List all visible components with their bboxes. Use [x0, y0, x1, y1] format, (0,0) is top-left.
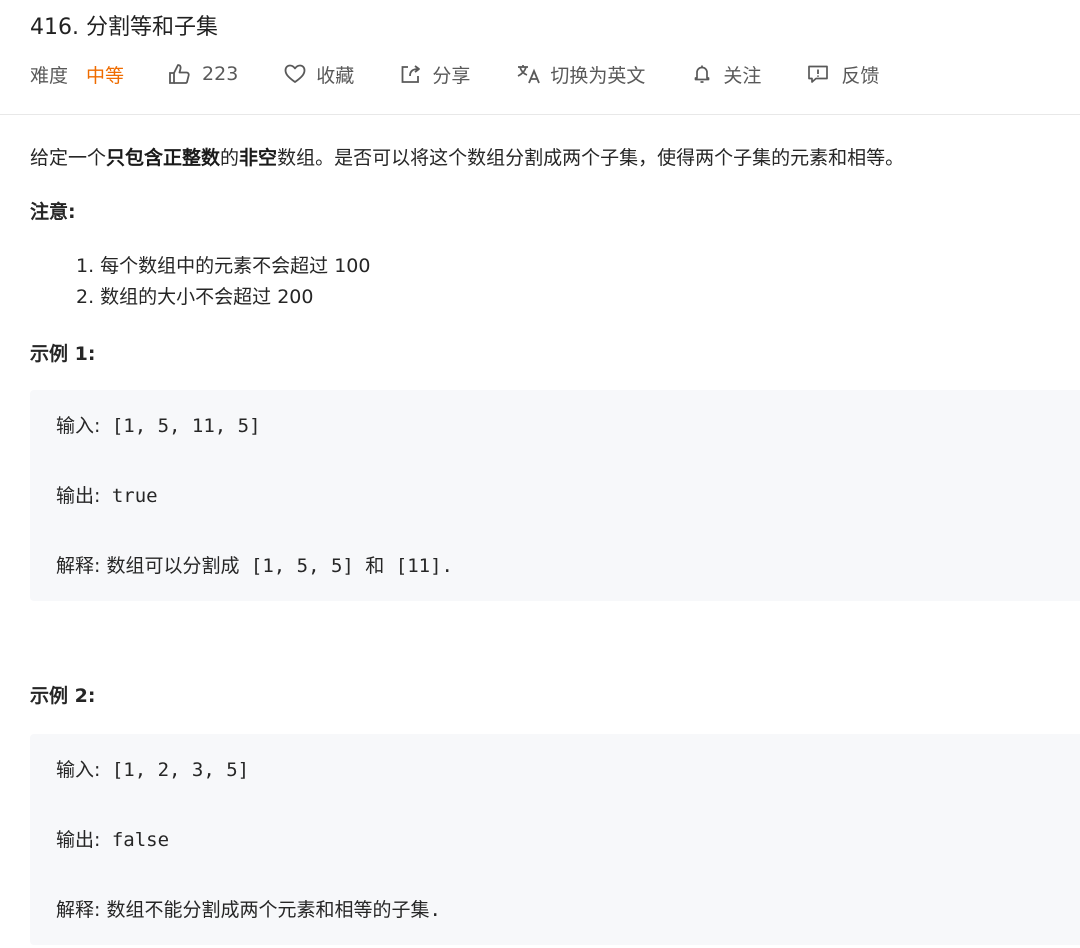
output-value: false — [100, 829, 170, 851]
bell-icon — [693, 64, 711, 84]
note-item: 2. 数组的大小不会超过 200 — [76, 286, 314, 308]
example-1-block: 输入: [1, 5, 11, 5] 输出: true 解释: 数组可以分割成 [… — [30, 390, 1080, 601]
output-label: 输出: — [56, 485, 101, 507]
note-list: 1. 每个数组中的元素不会超过 100 2. 数组的大小不会超过 200 — [76, 251, 370, 313]
description-text: 给定一个 — [30, 147, 107, 169]
like-button[interactable]: 223 — [168, 63, 238, 85]
feedback-label: 反馈 — [841, 64, 880, 87]
input-value: [1, 5, 11, 5] — [100, 415, 261, 437]
description-text: 的 — [220, 147, 240, 169]
example-2-heading: 示例 2: — [30, 685, 96, 707]
problem-toolbar: 难度 中等 223 收藏 分享 切换为英文 关注 反馈 — [30, 58, 879, 90]
example-1-output: 输出: true — [56, 482, 158, 510]
header-divider — [0, 114, 1080, 115]
difficulty-label: 难度 — [30, 64, 69, 87]
explain-label: 解释: — [56, 899, 101, 921]
explain-label: 解释: — [56, 555, 101, 577]
share-button[interactable]: 分享 — [400, 61, 470, 88]
output-label: 输出: — [56, 829, 101, 851]
favorite-label: 收藏 — [316, 64, 355, 87]
translate-label: 切换为英文 — [550, 64, 646, 87]
input-value: [1, 2, 3, 5] — [100, 759, 250, 781]
input-label: 输入: — [56, 415, 101, 437]
note-heading: 注意: — [30, 201, 76, 223]
description-emphasis: 非空 — [239, 147, 278, 169]
favorite-button[interactable]: 收藏 — [284, 61, 354, 88]
explain-code: [1, 5, 5] — [239, 555, 366, 577]
explain-text: 数组不能分割成两个元素和相等的子集 — [100, 899, 430, 921]
share-label: 分享 — [432, 64, 471, 87]
description-text: 数组。是否可以将这个数组分割成两个子集，使得两个子集的元素和相等。 — [277, 147, 905, 169]
note-item: 1. 每个数组中的元素不会超过 100 — [76, 255, 371, 277]
explain-code: [11]. — [384, 555, 453, 577]
example-1-explanation: 解释: 数组可以分割成 [1, 5, 5] 和 [11]. — [56, 552, 453, 580]
explain-text: 和 — [365, 555, 385, 577]
example-2-block: 输入: [1, 2, 3, 5] 输出: false 解释: 数组不能分割成两个… — [30, 734, 1080, 945]
explain-code: . — [429, 899, 441, 921]
translate-icon — [516, 63, 542, 85]
input-label: 输入: — [56, 759, 101, 781]
problem-title: 416. 分割等和子集 — [30, 15, 218, 40]
share-icon — [400, 64, 422, 84]
description-emphasis: 只包含正整数 — [106, 147, 221, 169]
like-count: 223 — [202, 63, 239, 85]
problem-page: 416. 分割等和子集 难度 中等 223 收藏 分享 切换为英文 关注 反馈 … — [0, 0, 1080, 948]
explain-text: 数组可以分割成 — [100, 555, 240, 577]
example-1-heading: 示例 1: — [30, 343, 96, 365]
example-2-explanation: 解释: 数组不能分割成两个元素和相等的子集. — [56, 896, 441, 924]
translate-button[interactable]: 切换为英文 — [516, 61, 645, 88]
output-value: true — [100, 485, 158, 507]
follow-label: 关注 — [723, 64, 762, 87]
heart-icon — [284, 64, 306, 84]
feedback-icon — [807, 64, 829, 84]
difficulty-value: 中等 — [86, 64, 125, 87]
follow-button[interactable]: 关注 — [693, 61, 761, 88]
problem-description: 给定一个只包含正整数的非空数组。是否可以将这个数组分割成两个子集，使得两个子集的… — [30, 142, 904, 174]
example-2-output: 输出: false — [56, 826, 169, 854]
feedback-button[interactable]: 反馈 — [807, 61, 879, 88]
thumbs-up-icon — [168, 63, 192, 85]
example-1-input: 输入: [1, 5, 11, 5] — [56, 412, 261, 440]
example-2-input: 输入: [1, 2, 3, 5] — [56, 756, 249, 784]
